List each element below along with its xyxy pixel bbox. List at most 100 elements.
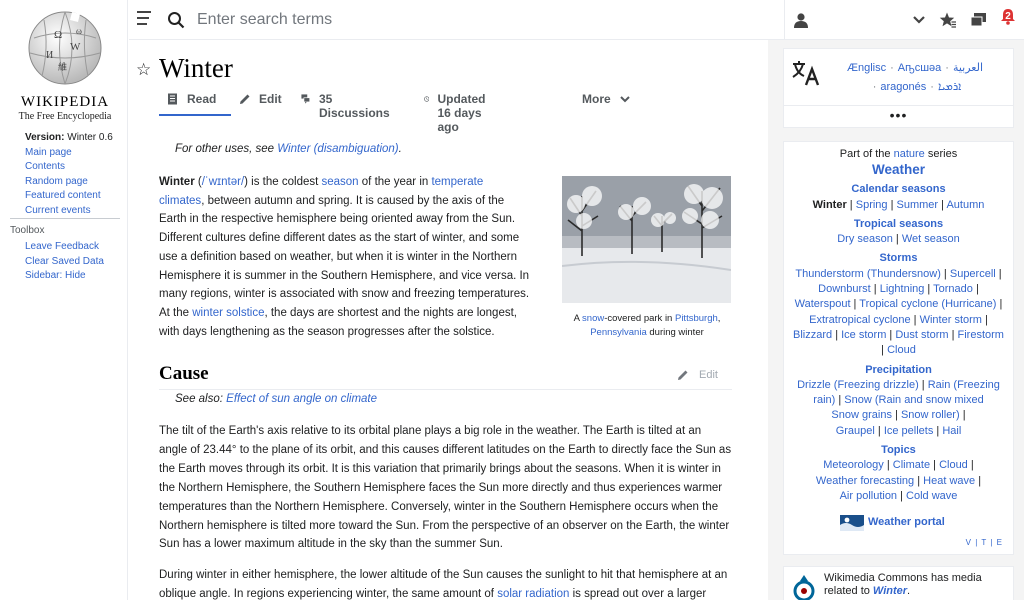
toolbox-leave-feedback[interactable]: Leave Feedback <box>25 241 99 252</box>
chevron-down-icon[interactable] <box>910 11 928 29</box>
language-link[interactable]: العربية <box>953 62 983 74</box>
weather-portal-link[interactable]: Weather portal <box>840 515 945 531</box>
tab-edit[interactable]: Edit <box>239 92 282 116</box>
navbox-item[interactable]: Weather forecasting <box>816 475 914 487</box>
see-also-link[interactable]: Effect of sun angle on climate <box>226 393 377 405</box>
tab-last-updated[interactable]: Updated 16 days ago <box>424 92 492 134</box>
navbox-item[interactable]: Firestorm <box>958 329 1004 341</box>
pronunciation-link[interactable]: /ˈwɪntər/ <box>202 176 244 188</box>
navbox-item[interactable]: Snow grains <box>831 409 892 421</box>
section-edit-button[interactable]: Edit <box>677 369 718 381</box>
sidebar-item-main-page[interactable]: Main page <box>25 147 72 158</box>
navbox-item[interactable]: Thunderstorm (Thundersnow) <box>795 268 941 280</box>
navbox-item[interactable]: Cloud <box>939 459 968 471</box>
navbox-item[interactable]: Ice storm <box>841 329 886 341</box>
user-icon[interactable] <box>792 11 810 29</box>
search-input[interactable] <box>197 8 777 32</box>
tab-more[interactable]: More <box>582 92 639 116</box>
navbox-item[interactable]: Drizzle (Freezing drizzle) <box>797 379 919 391</box>
navbox-item[interactable]: Extratropical cyclone <box>809 314 911 326</box>
watch-star-icon[interactable]: ☆ <box>136 60 151 80</box>
navbox-item[interactable]: Supercell <box>950 268 996 280</box>
navbox-item[interactable]: Wet season <box>902 233 960 245</box>
hamburger-menu-icon[interactable] <box>137 11 151 27</box>
navbox-item[interactable]: Snow roller) <box>901 409 960 421</box>
navbox-item[interactable]: Winter storm <box>920 314 982 326</box>
group-heading[interactable]: Topics <box>784 443 1013 458</box>
navbox-item[interactable]: Graupel <box>836 425 875 437</box>
series-prefix: Part of the <box>839 148 894 160</box>
commons-line2: related to <box>824 585 873 597</box>
header-divider <box>784 0 785 40</box>
notifications-badge[interactable]: 2 <box>1000 8 1016 25</box>
navbox-item[interactable]: Summer <box>897 199 939 211</box>
search-icon[interactable] <box>167 11 185 29</box>
tab-read-label: Read <box>187 92 217 106</box>
translate-icon[interactable] <box>791 59 823 87</box>
more-languages-button[interactable]: ••• <box>784 107 1013 123</box>
navbox-item[interactable]: Meteorology <box>823 459 884 471</box>
navbox-item[interactable]: Heat wave <box>923 475 975 487</box>
navbox-item[interactable]: Dust storm <box>895 329 948 341</box>
navbox-item[interactable]: Dry season <box>837 233 893 245</box>
snow-link[interactable]: snow <box>582 313 604 324</box>
group-heading[interactable]: Tropical seasons <box>784 217 1013 232</box>
group-items: Drizzle (Freezing drizzle) | Rain (Freez… <box>797 378 1000 437</box>
navbox-item[interactable]: Air pollution <box>840 490 897 502</box>
version-value: Winter 0.6 <box>67 132 113 143</box>
messages-icon[interactable] <box>970 11 988 29</box>
group-heading[interactable]: Precipitation <box>784 363 1013 378</box>
see-also-note: See also: Effect of sun angle on climate <box>175 393 377 405</box>
navbox-item[interactable]: Climate <box>893 459 930 471</box>
lead-text: ) is the coldest <box>244 176 322 188</box>
disambiguation-link[interactable]: Winter (disambiguation) <box>277 143 398 155</box>
navbox-title[interactable]: Weather <box>784 162 1013 178</box>
navbox-item[interactable]: Cloud <box>887 344 916 356</box>
language-link[interactable]: aragonés <box>880 81 926 93</box>
vte-links[interactable]: V | T | E <box>966 535 1003 550</box>
language-link[interactable]: Ænglisc <box>847 62 886 74</box>
sidebar-item-contents[interactable]: Contents <box>25 161 65 172</box>
clock-icon <box>424 96 430 102</box>
wikimedia-commons-icon <box>793 575 815 600</box>
navbox-item[interactable]: Blizzard <box>793 329 832 341</box>
tab-discussions[interactable]: 35 Discussions <box>301 92 392 120</box>
tab-read[interactable]: Read <box>167 92 216 116</box>
section-edit-label: Edit <box>699 369 718 381</box>
group-heading[interactable]: Storms <box>784 251 1013 266</box>
navbox-item[interactable]: Tornado <box>933 283 973 295</box>
sidebar-item-current-events[interactable]: Current events <box>25 205 91 216</box>
navbox-item[interactable]: Lightning <box>880 283 925 295</box>
group-heading[interactable]: Calendar seasons <box>784 182 1013 197</box>
nature-series-link[interactable]: nature <box>894 148 925 160</box>
left-sidebar: Ω W И ω 維 Wikipedia The Free Encyclopedi… <box>0 0 128 600</box>
toolbox-sidebar-hide[interactable]: Sidebar: Hide <box>25 270 86 281</box>
wikipedia-logo[interactable]: Ω W И ω 維 Wikipedia The Free Encyclopedi… <box>12 8 118 122</box>
toolbox-clear-saved-data[interactable]: Clear Saved Data <box>25 256 104 267</box>
cause-paragraph-1: The tilt of the Earth's axis relative to… <box>159 425 732 551</box>
winter-solstice-link[interactable]: winter solstice <box>192 307 264 319</box>
lead-paragraph: Winter (/ˈwɪntər/) is the coldest season… <box>159 173 531 341</box>
navbox-item[interactable]: Spring <box>856 199 888 211</box>
season-link[interactable]: season <box>322 176 359 188</box>
language-link[interactable]: Аҧсшәа <box>898 62 941 74</box>
navbox-item[interactable]: Tropical cyclone (Hurricane) <box>859 298 996 310</box>
language-link[interactable]: ܐܪܡܝܐ <box>938 81 961 93</box>
sidebar-item-random-page[interactable]: Random page <box>25 176 88 187</box>
sidebar-item-featured-content[interactable]: Featured content <box>25 190 101 201</box>
lead-text: ( <box>194 176 202 188</box>
navbox-item[interactable]: Cold wave <box>906 490 957 502</box>
navbox-item[interactable]: Hail <box>942 425 961 437</box>
navbox-item[interactable]: Waterspout <box>795 298 851 310</box>
navbox-item[interactable]: Ice pellets <box>884 425 934 437</box>
commons-winter-link[interactable]: Winter <box>873 585 907 597</box>
pennsylvania-link[interactable]: Pennsylvania <box>590 327 647 338</box>
navbox-item[interactable]: Snow (Rain and snow mixed <box>844 394 983 406</box>
navbox-item[interactable]: Autumn <box>946 199 984 211</box>
snowy-park-image[interactable] <box>562 176 731 303</box>
solar-radiation-link[interactable]: solar radiation <box>497 588 569 600</box>
svg-text:И: И <box>46 50 53 61</box>
pittsburgh-link[interactable]: Pittsburgh <box>675 313 718 324</box>
watchlist-star-icon[interactable] <box>939 11 957 29</box>
navbox-item[interactable]: Downburst <box>818 283 871 295</box>
